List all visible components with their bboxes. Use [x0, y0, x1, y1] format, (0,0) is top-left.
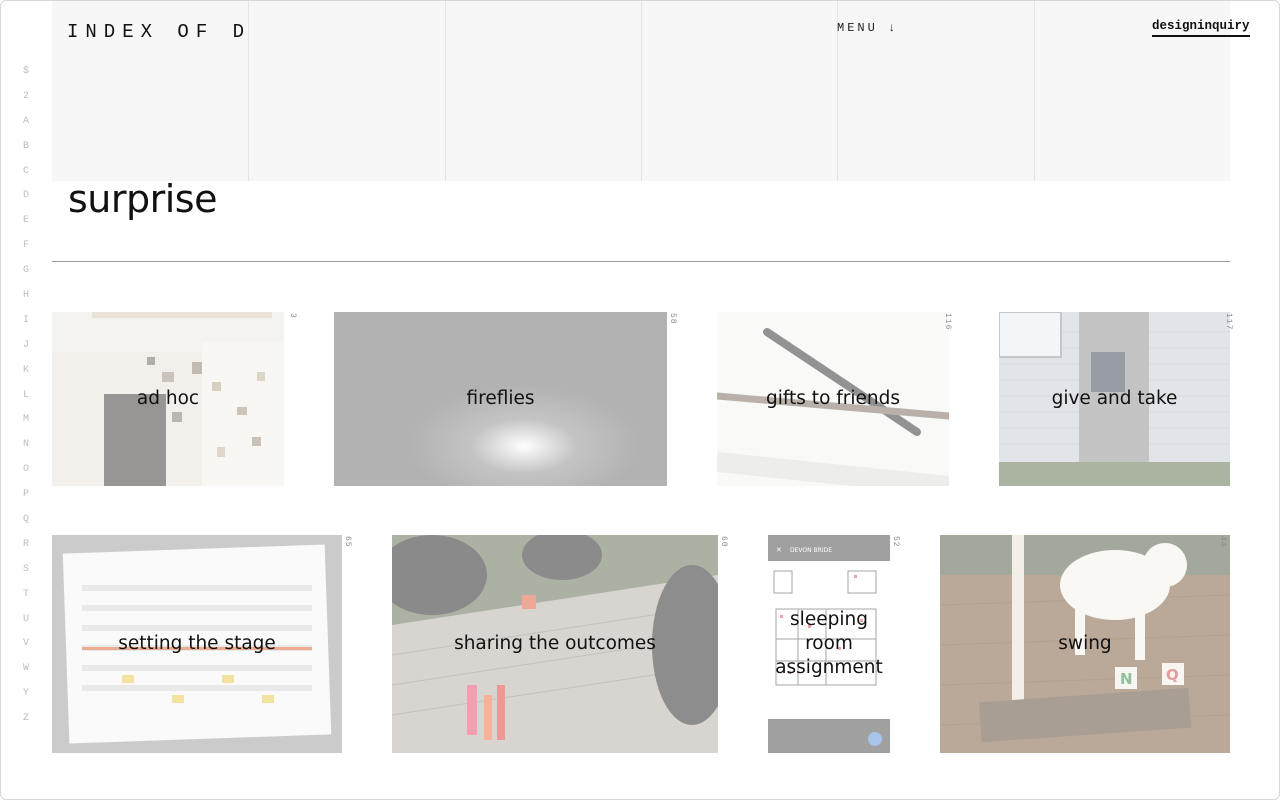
entry-number: 52 — [891, 536, 900, 548]
entry-label: sharing the outcomes — [454, 633, 656, 654]
entry-number: 117 — [1224, 313, 1233, 331]
entry-card-sharing-the-outcomes[interactable]: sharing the outcomes 60 — [392, 535, 728, 753]
alphabet-letter[interactable]: F — [15, 239, 37, 264]
entry-card-ad-hoc[interactable]: ad hoc 3 — [52, 312, 297, 486]
browser-frame: INDEX OF DI MENU ↓ designinquiry $ 2 A B… — [0, 0, 1280, 800]
alphabet-letter[interactable]: R — [15, 538, 37, 563]
alphabet-letter[interactable]: 2 — [15, 90, 37, 115]
alphabet-letter[interactable]: Y — [15, 687, 37, 712]
alphabet-letter[interactable]: J — [15, 339, 37, 364]
entry-number: 58 — [668, 313, 677, 325]
alphabet-letter[interactable]: N — [15, 438, 37, 463]
entry-label: gifts to friends — [765, 388, 901, 409]
grid-column-line — [641, 1, 642, 181]
alphabet-letter[interactable]: E — [15, 214, 37, 239]
entry-number: 116 — [943, 313, 952, 331]
menu-button[interactable]: MENU ↓ — [837, 21, 898, 35]
entry-label: ad hoc — [136, 388, 200, 409]
alphabet-letter[interactable]: I — [15, 314, 37, 339]
alphabet-letter[interactable]: C — [15, 165, 37, 190]
entry-number: 60 — [719, 536, 728, 548]
title-divider — [52, 261, 1230, 262]
alphabet-letter[interactable]: Q — [15, 513, 37, 538]
grid-column-line — [248, 1, 249, 181]
entry-number: 44 — [1218, 536, 1227, 548]
alphabet-letter[interactable]: $ — [15, 65, 37, 90]
alphabet-letter[interactable]: L — [15, 389, 37, 414]
grid-column-line — [445, 1, 446, 181]
designinquiry-link[interactable]: designinquiry — [1152, 19, 1250, 37]
alphabet-letter[interactable]: G — [15, 264, 37, 289]
entry-number: 65 — [343, 536, 352, 548]
alphabet-letter[interactable]: M — [15, 413, 37, 438]
alphabet-letter[interactable]: S — [15, 563, 37, 588]
alphabet-letter[interactable]: H — [15, 289, 37, 314]
entry-card-give-and-take[interactable]: give and take 117 — [999, 312, 1233, 486]
entry-label: give and take — [1051, 388, 1178, 409]
entry-label: fireflies — [466, 388, 535, 409]
grid-column-line — [1034, 1, 1035, 181]
alphabet-letter[interactable]: D — [15, 189, 37, 214]
alphabet-letter[interactable]: U — [15, 613, 37, 638]
entry-card-setting-the-stage[interactable]: setting the stage 65 — [52, 535, 352, 753]
entry-card-fireflies[interactable]: fireflies 58 — [334, 312, 677, 486]
entry-label: sleeping room assignment — [775, 609, 883, 678]
alphabet-letter[interactable]: T — [15, 588, 37, 613]
alphabet-letter[interactable]: V — [15, 637, 37, 662]
alphabet-letter[interactable]: Z — [15, 712, 37, 737]
page-title: surprise — [68, 177, 217, 221]
alphabet-letter[interactable]: A — [15, 115, 37, 140]
alphabet-letter[interactable]: O — [15, 463, 37, 488]
entry-card-swing[interactable]: N Q swing 44 — [940, 535, 1230, 753]
entry-card-sleeping-room-assignment[interactable]: ✕ DEVON BRIDE sleeping room assignment 5… — [768, 535, 900, 753]
alphabet-letter[interactable]: B — [15, 140, 37, 165]
alphabet-letter[interactable]: K — [15, 364, 37, 389]
entry-label: swing — [1058, 633, 1112, 654]
entry-label: setting the stage — [118, 633, 276, 654]
alphabet-letter[interactable]: P — [15, 488, 37, 513]
alphabet-letter[interactable]: W — [15, 662, 37, 687]
site-title[interactable]: INDEX OF DI — [67, 21, 247, 43]
entry-number: 3 — [288, 313, 297, 319]
alphabet-index: $ 2 A B C D E F G H I J K L M N O P Q R … — [15, 65, 37, 737]
entry-card-gifts-to-friends[interactable]: gifts to friends 116 — [717, 312, 952, 486]
